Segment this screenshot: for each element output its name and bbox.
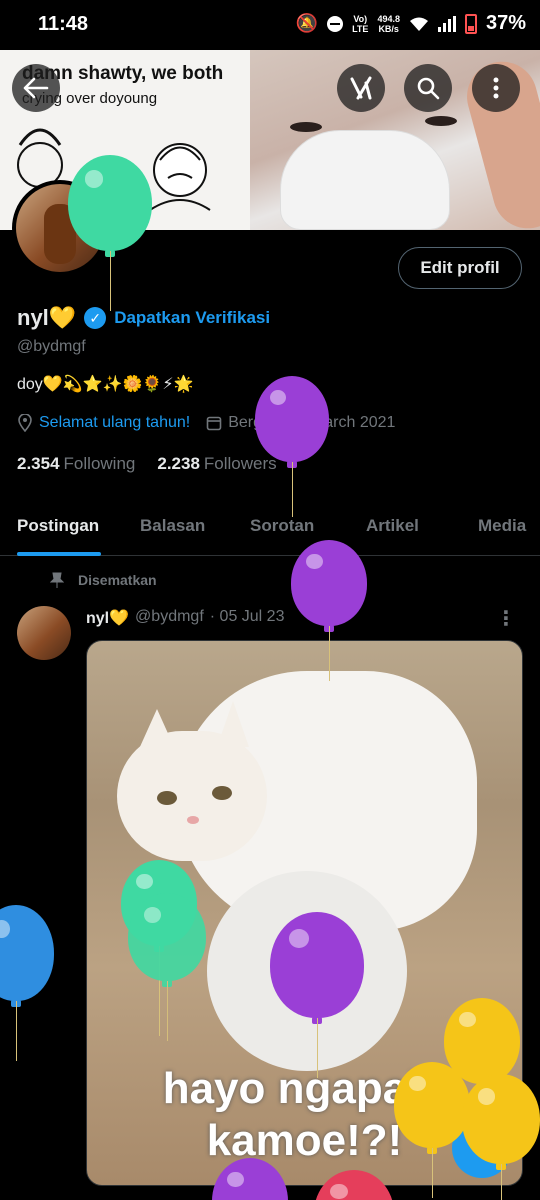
pinned-label-row: Disematkan [50,572,157,588]
active-tab-indicator [17,552,101,556]
post-avatar[interactable] [17,606,71,660]
grok-button[interactable] [337,64,385,112]
net-speed-value: 494.8 [377,13,400,24]
banner-eye-right [425,116,457,126]
post-handle[interactable]: @bydmgf [135,608,204,628]
birthday-link[interactable]: Selamat ulang tahun! [39,414,190,432]
status-icons: 🔕 Vo) LTE 494.8 KB/s 37% [296,12,526,35]
back-arrow-icon [23,77,49,99]
more-button[interactable] [472,64,520,112]
following-label: Following [63,454,136,473]
display-name: nyl💛 [17,305,77,330]
tab-artikel[interactable]: Artikel [366,516,419,536]
battery-percent: 37% [485,12,526,34]
mute-icon: 🔕 [295,13,319,33]
wifi-icon [409,17,428,31]
net-speed: 494.8 KB/s [377,14,400,34]
more-vertical-icon [493,77,499,99]
tab-balasan[interactable]: Balasan [140,516,205,536]
status-bar: 11:48 🔕 Vo) LTE 494.8 KB/s 37% [0,0,540,50]
balloon-yellow [462,1074,540,1200]
net-speed-unit: KB/s [378,23,399,34]
network-type: LTE [352,23,369,34]
edit-profile-button[interactable]: Edit profil [398,247,522,289]
following-count: 2.354 [17,454,60,473]
balloon-blue [0,905,54,1061]
search-icon [417,77,440,100]
profile-tabs: Postingan Balasan Sorotan Artikel Media [0,500,540,556]
banner-mask [280,130,450,230]
follow-stats: 2.354 Following 2.238 Followers [17,454,277,474]
calendar-icon [206,416,222,431]
status-time: 11:48 [38,13,89,35]
pin-icon [50,572,64,588]
tab-postingan[interactable]: Postingan [17,516,99,536]
tab-media[interactable]: Media [478,516,526,536]
balloon-green [68,155,152,311]
verified-badge-icon[interactable]: ✓ [84,307,107,329]
banner-eye-left [290,122,322,132]
followers-count: 2.238 [157,454,200,473]
profile-meta: Selamat ulang tahun! Bergabung March 202… [17,414,395,432]
profile-bio: doy💛💫⭐✨🌼🌻⚡🌟 [17,376,194,393]
balloon-yellow [394,1062,470,1198]
cat-head [117,701,267,861]
back-button[interactable] [12,64,60,112]
balloon-purple [255,376,329,517]
search-button[interactable] [404,64,452,112]
signal-icon [437,15,456,32]
balloon-purple [270,912,364,1078]
following-link[interactable]: 2.354 Following [17,454,135,474]
get-verified-link[interactable]: Dapatkan Verifikasi [114,308,270,328]
pinned-label: Disematkan [78,572,157,588]
tab-sorotan[interactable]: Sorotan [250,516,314,536]
name-row: nyl💛 ✓ Dapatkan Verifikasi [17,305,270,331]
dnd-icon [327,15,344,32]
followers-label: Followers [203,454,277,473]
battery-icon [464,13,477,34]
location-pin-icon [18,414,32,432]
followers-link[interactable]: 2.238 Followers [157,454,276,474]
post-header: nyl💛 @bydmgf · 05 Jul 23 [86,608,284,628]
post-more-icon[interactable]: ⋮ [496,606,516,631]
post-date[interactable]: · 05 Jul 23 [210,608,285,628]
balloon-green [128,893,206,1041]
post-author[interactable]: nyl💛 [86,608,129,628]
volte-icon: Vo) LTE [352,13,369,34]
profile-handle: @bydmgf [17,338,86,355]
balloon-purple [291,540,367,681]
grok-icon [350,76,372,100]
